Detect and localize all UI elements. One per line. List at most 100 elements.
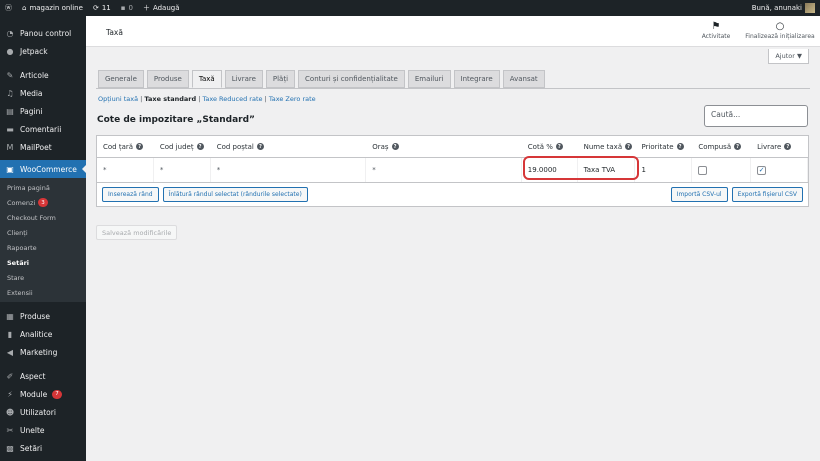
tab-advanced[interactable]: Avansat: [502, 70, 545, 88]
menu-tools[interactable]: ✂ Unelte: [0, 421, 86, 439]
header-compound: Compusă?: [692, 143, 751, 151]
help-icon[interactable]: ?: [784, 143, 792, 150]
home-icon: ⌂: [22, 4, 27, 12]
dashboard-icon: ◔: [6, 28, 14, 38]
import-csv-button[interactable]: Importă CSV-ul: [670, 187, 728, 202]
save-changes-button[interactable]: Salvează modificările: [96, 225, 178, 240]
plus-icon: ＋: [142, 4, 150, 12]
link-tax-options[interactable]: Opțiuni taxă: [98, 95, 138, 103]
comments-link[interactable]: ▪ 0: [116, 0, 138, 16]
state-input[interactable]: *: [154, 158, 211, 182]
menu-woocommerce[interactable]: ▣ WooCommerce: [0, 160, 86, 178]
help-icon[interactable]: ?: [555, 143, 563, 150]
table-footer: Inserează rând Înlătură rândul selectat …: [97, 182, 808, 206]
help-icon[interactable]: ?: [196, 143, 204, 150]
menu-settings[interactable]: ▩ Setări: [0, 439, 86, 457]
help-icon[interactable]: ?: [391, 143, 399, 150]
tab-tax[interactable]: Taxă: [191, 70, 222, 88]
tab-general[interactable]: Generale: [98, 70, 144, 88]
help-icon[interactable]: ?: [625, 143, 633, 150]
settings-icon: ▩: [6, 443, 14, 453]
submenu-extensions[interactable]: Extensii: [0, 285, 86, 300]
plugin-icon: ⚡: [7, 389, 13, 399]
submenu-checkout-form[interactable]: Checkout Form: [0, 210, 86, 225]
woo-header: Taxă ⚑ Activitate ○ Finalizează inițiali…: [86, 16, 820, 47]
users-icon: ☻: [5, 407, 15, 417]
site-name-link[interactable]: ⌂ magazin online: [17, 0, 88, 16]
settings-tabs: Generale Produse Taxă Livrare Plăți Cont…: [98, 70, 545, 88]
header-city: Oraș?: [366, 143, 522, 151]
add-new-link[interactable]: ＋ Adaugă: [138, 0, 185, 16]
tab-payments[interactable]: Plăți: [265, 70, 296, 88]
header-postcode: Cod poștal?: [211, 143, 367, 151]
postcode-input[interactable]: *: [211, 158, 367, 182]
menu-analytics[interactable]: ▮ Analitice: [0, 325, 86, 343]
section-title: Cote de impozitare „Standard”: [97, 115, 255, 125]
wp-logo-icon[interactable]: ⓦ: [0, 0, 17, 16]
help-icon[interactable]: ?: [734, 143, 742, 150]
city-input[interactable]: *: [366, 158, 522, 182]
user-menu[interactable]: Bună, anunaki: [747, 0, 820, 16]
menu-comments[interactable]: ▬ Comentarii: [0, 120, 86, 138]
tab-accounts[interactable]: Conturi și confidențialitate: [298, 70, 405, 88]
media-icon: ♫: [6, 88, 14, 98]
link-standard-rates[interactable]: Taxe standard: [144, 95, 196, 103]
submenu-customers[interactable]: Clienți: [0, 225, 86, 240]
compound-checkbox[interactable]: [698, 165, 708, 175]
compound-cell: [692, 158, 752, 182]
refresh-icon: ⟳: [92, 4, 99, 12]
orders-count-badge: 3: [38, 198, 48, 207]
tools-icon: ✂: [6, 425, 14, 435]
products-icon: ▦: [6, 311, 14, 321]
woo-submenu: Prima pagină Comenzi 3 Checkout Form Clie…: [0, 178, 86, 302]
rate-highlight-annotation: [523, 156, 639, 180]
comment-icon: ▪: [120, 4, 126, 12]
tab-emails[interactable]: Emailuri: [407, 70, 451, 88]
submenu-orders[interactable]: Comenzi 3: [0, 195, 86, 210]
link-reduced-rates[interactable]: Taxe Reduced rate: [202, 95, 262, 103]
help-icon[interactable]: ?: [256, 143, 264, 150]
submenu-settings[interactable]: Setări: [0, 255, 86, 270]
help-icon[interactable]: ?: [136, 143, 144, 150]
search-input[interactable]: Caută...: [704, 105, 808, 127]
tab-shipping[interactable]: Livrare: [224, 70, 263, 88]
menu-mailpoet[interactable]: M MailPoet: [0, 138, 86, 156]
updates-link[interactable]: ⟳ 11: [88, 0, 116, 16]
menu-users[interactable]: ☻ Utilizatori: [0, 403, 86, 421]
submenu-reports[interactable]: Rapoarte: [0, 240, 86, 255]
link-zero-rates[interactable]: Taxe Zero rate: [269, 95, 316, 103]
menu-jetpack[interactable]: ● Jetpack: [0, 42, 86, 60]
remove-row-button[interactable]: Înlătură rândul selectat (rândurile sele…: [162, 187, 308, 202]
tab-integration[interactable]: Integrare: [453, 70, 500, 88]
shipping-checkbox[interactable]: ✓: [757, 165, 767, 175]
finish-setup-button[interactable]: ○ Finalizează inițializarea: [742, 21, 818, 40]
jetpack-icon: ●: [6, 46, 14, 56]
analytics-icon: ▮: [7, 329, 13, 339]
brush-icon: ✐: [6, 371, 14, 381]
menu-appearance[interactable]: ✐ Aspect: [0, 367, 86, 385]
menu-marketing[interactable]: ◀ Marketing: [0, 343, 86, 361]
help-button[interactable]: Ajutor ▼: [768, 49, 809, 64]
export-csv-button[interactable]: Exportă fișierul CSV: [731, 187, 803, 202]
help-icon[interactable]: ?: [676, 143, 684, 150]
circle-icon: ○: [775, 21, 785, 32]
submenu-status[interactable]: Stare: [0, 270, 86, 285]
menu-dashboard[interactable]: ◔ Panou control: [0, 24, 86, 42]
menu-posts[interactable]: ✎ Articole: [0, 66, 86, 84]
menu-media[interactable]: ♫ Media: [0, 84, 86, 102]
flag-icon: ⚑: [711, 21, 721, 32]
country-input[interactable]: *: [97, 158, 154, 182]
menu-plugins[interactable]: ⚡ Module 7: [0, 385, 86, 403]
priority-input[interactable]: 1: [635, 158, 693, 182]
activity-button[interactable]: ⚑ Activitate: [696, 21, 736, 40]
insert-row-button[interactable]: Inserează rând: [102, 187, 159, 202]
tab-products[interactable]: Produse: [146, 70, 189, 88]
menu-products[interactable]: ▦ Produse: [0, 307, 86, 325]
comment-icon: ▬: [6, 124, 14, 134]
menu-pages[interactable]: ▤ Pagini: [0, 102, 86, 120]
admin-bar: ⓦ ⌂ magazin online ⟳ 11 ▪ 0 ＋ Adaugă Bun…: [0, 0, 820, 16]
submenu-home[interactable]: Prima pagină: [0, 180, 86, 195]
header-priority: Prioritate?: [635, 143, 692, 151]
admin-sidebar: ◔ Panou control ● Jetpack ✎ Articole ♫ Media…: [0, 16, 86, 461]
mailpoet-icon: M: [6, 142, 14, 152]
